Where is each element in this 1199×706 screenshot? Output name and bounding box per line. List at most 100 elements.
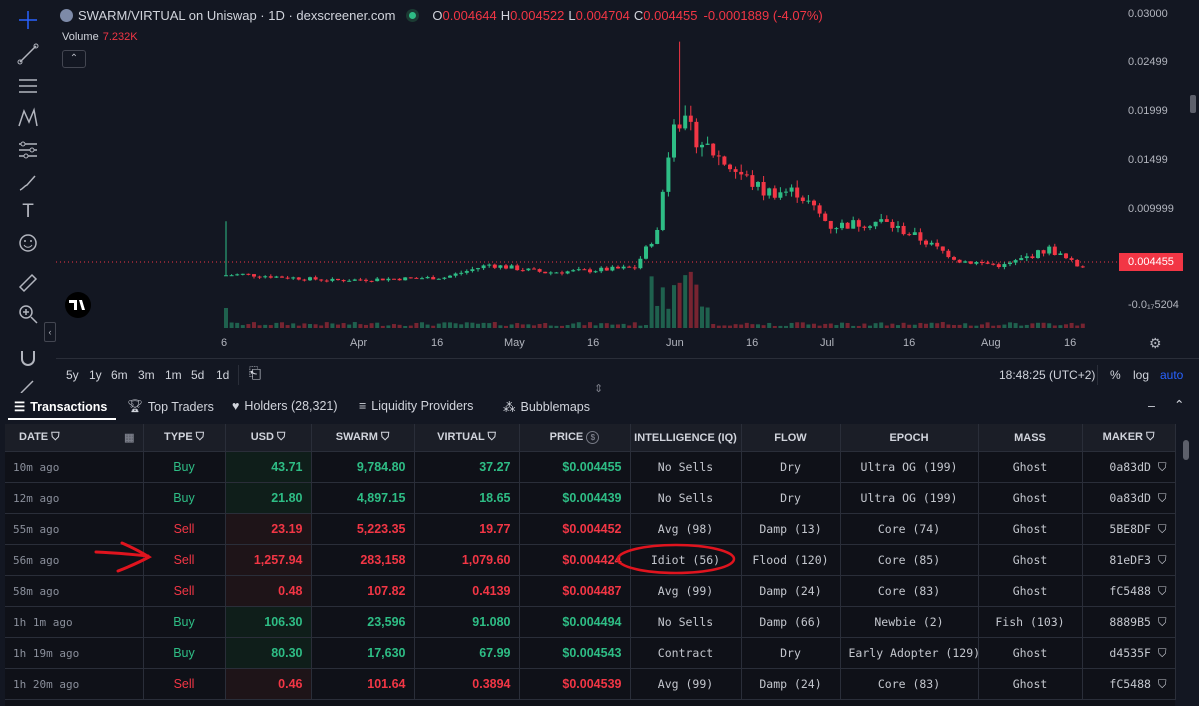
emoji-icon[interactable] bbox=[16, 231, 40, 255]
col-maker[interactable]: MAKER ⛉ bbox=[1082, 424, 1176, 452]
table-scrollbar[interactable] bbox=[1183, 440, 1189, 460]
candle bbox=[632, 265, 637, 271]
volume-bar bbox=[627, 325, 632, 328]
range-5y-button[interactable]: 5y bbox=[66, 368, 79, 382]
price-axis[interactable]: 0.03000 0.02499 0.01999 0.01499 0.009999… bbox=[1120, 0, 1199, 355]
volume-bar bbox=[224, 308, 228, 328]
settings-icon[interactable]: ⚙ bbox=[1149, 335, 1162, 352]
candle bbox=[1080, 265, 1085, 269]
table-row[interactable]: 12m ago Buy 21.80 4,897.15 18.65 $0.004439 No … bbox=[5, 482, 1176, 514]
tab-liquidity-providers[interactable]: ≡ Liquidity Providers bbox=[359, 399, 473, 413]
brush-icon[interactable] bbox=[16, 170, 40, 194]
maker-cell[interactable]: d4535F ⛉ bbox=[1082, 637, 1176, 669]
collapse-legend-button[interactable]: ⌃ bbox=[62, 50, 86, 68]
table-row[interactable]: 10m ago Buy 43.71 9,784.80 37.27 $0.004455 No … bbox=[5, 451, 1176, 483]
pattern-icon[interactable] bbox=[16, 106, 40, 130]
date-range-icon[interactable]: ⎗ bbox=[249, 365, 261, 382]
collapse-toolbar-button[interactable]: ‹ bbox=[44, 322, 56, 342]
tab-bubblemaps[interactable]: ⁂ Bubblemaps bbox=[503, 399, 590, 415]
log-scale-button[interactable]: log bbox=[1133, 368, 1149, 382]
maker-cell[interactable]: 5BE8DF ⛉ bbox=[1082, 513, 1176, 545]
col-virtual[interactable]: VIRTUAL ⛉ bbox=[414, 424, 520, 452]
trend-line-icon[interactable] bbox=[16, 42, 40, 66]
time-tick: May bbox=[504, 337, 525, 349]
volume-bar bbox=[324, 322, 329, 328]
candle bbox=[403, 277, 408, 281]
tab-holders[interactable]: ♥ Holders (28,321) bbox=[232, 399, 338, 413]
range-5d-button[interactable]: 5d bbox=[191, 368, 204, 382]
filter-icon[interactable]: ⛉ bbox=[1151, 553, 1167, 567]
candle bbox=[918, 228, 923, 245]
time-axis[interactable]: 6 Apr 16 May 16 Jun 16 Jul 16 Aug 16 ⚙ bbox=[56, 333, 1162, 355]
col-usd[interactable]: USD ⛉ bbox=[225, 424, 312, 452]
ruler-icon[interactable] bbox=[16, 271, 40, 295]
maker-cell[interactable]: fC5488 ⛉ bbox=[1082, 668, 1176, 700]
table-row[interactable]: 1h 20m ago Sell 0.46 101.64 0.3894 $0.004539 A… bbox=[5, 668, 1176, 700]
maker-cell[interactable]: 0a83dD ⛉ bbox=[1082, 451, 1176, 483]
candle bbox=[856, 218, 861, 232]
col-swarm[interactable]: SWARM ⛉ bbox=[311, 424, 415, 452]
mass-cell-text: Ghost bbox=[1012, 584, 1048, 598]
col-date[interactable]: DATE ⛉ ▦ bbox=[5, 424, 144, 452]
candle bbox=[851, 216, 856, 229]
filter-icon[interactable]: ⛉ bbox=[1151, 615, 1167, 629]
candle bbox=[996, 262, 1001, 269]
candle bbox=[375, 276, 380, 282]
expand-icon[interactable]: ⌃ bbox=[1174, 397, 1184, 412]
table-row[interactable]: 1h 1m ago Buy 106.30 23,596 91.080 $0.004494 N… bbox=[5, 606, 1176, 638]
candle bbox=[257, 275, 262, 280]
minimize-icon[interactable]: – bbox=[1148, 399, 1155, 413]
filter-icon[interactable]: ⛉ bbox=[1151, 522, 1167, 536]
zoom-icon[interactable] bbox=[16, 302, 40, 326]
price-tick: 0.009999 bbox=[1128, 203, 1174, 215]
range-1y-button[interactable]: 1y bbox=[89, 368, 102, 382]
filter-icon[interactable]: ⛉ bbox=[1151, 584, 1167, 598]
candle bbox=[414, 277, 419, 279]
filter-icon[interactable]: ⛉ bbox=[1151, 677, 1167, 691]
forecast-icon[interactable] bbox=[16, 138, 40, 162]
range-1m-button[interactable]: 1m bbox=[165, 368, 182, 382]
swarm-cell-text: 283,158 bbox=[360, 553, 406, 567]
price-axis-scroll-handle[interactable] bbox=[1190, 95, 1196, 113]
percent-scale-button[interactable]: % bbox=[1110, 368, 1121, 382]
filter-icon[interactable]: ⛉ bbox=[1151, 646, 1167, 660]
date-cell-text: 12m ago bbox=[13, 491, 60, 505]
filter-icon[interactable]: ⛉ bbox=[1151, 491, 1167, 505]
candlestick-chart[interactable] bbox=[56, 0, 1199, 355]
mass-cell-text: Ghost bbox=[1012, 491, 1048, 505]
volume-bar bbox=[1041, 322, 1046, 328]
table-row[interactable]: 55m ago Sell 23.19 5,223.35 19.77 $0.004452 Av… bbox=[5, 513, 1176, 545]
table-row[interactable]: 58m ago Sell 0.48 107.82 0.4139 $0.004487 Avg … bbox=[5, 575, 1176, 607]
col-type[interactable]: TYPE ⛉ bbox=[143, 424, 226, 452]
tab-top-traders[interactable]: 🏆︎ Top Traders bbox=[127, 399, 214, 414]
maker-cell[interactable]: 81eDF3 ⛉ bbox=[1082, 544, 1176, 576]
range-3m-button[interactable]: 3m bbox=[138, 368, 155, 382]
maker-cell[interactable]: 8889B5 ⛉ bbox=[1082, 606, 1176, 638]
range-6m-button[interactable]: 6m bbox=[111, 368, 128, 382]
col-price[interactable]: PRICE $ bbox=[519, 424, 631, 452]
candle bbox=[806, 194, 811, 204]
mass-cell: Ghost bbox=[978, 668, 1083, 700]
filter-icon[interactable]: ⛉ bbox=[1151, 460, 1167, 474]
fib-icon[interactable] bbox=[16, 74, 40, 98]
candle bbox=[453, 272, 458, 278]
price-cell-text: $0.004455 bbox=[562, 460, 622, 474]
maker-cell[interactable]: 0a83dD ⛉ bbox=[1082, 482, 1176, 514]
table-row[interactable]: 1h 19m ago Buy 80.30 17,630 67.99 $0.004543 Co… bbox=[5, 637, 1176, 669]
text-icon[interactable]: T bbox=[16, 200, 40, 224]
maker-cell[interactable]: fC5488 ⛉ bbox=[1082, 575, 1176, 607]
crosshair-icon[interactable] bbox=[16, 8, 40, 32]
epoch-cell: Ultra OG (199) bbox=[840, 482, 979, 514]
auto-scale-button[interactable]: auto bbox=[1160, 368, 1183, 382]
volume-bar bbox=[604, 323, 609, 328]
range-1d-button[interactable]: 1d bbox=[216, 368, 229, 382]
magnet-icon[interactable] bbox=[16, 346, 40, 370]
list-icon: ☰ bbox=[14, 400, 26, 414]
chart-pane[interactable] bbox=[56, 0, 1199, 390]
intelligence-cell: Avg (98) bbox=[630, 513, 742, 545]
virtual-cell-text: 67.99 bbox=[479, 646, 511, 660]
table-row[interactable]: 56m ago Sell 1,257.94 283,158 1,079.60 $0.004… bbox=[5, 544, 1176, 576]
candle bbox=[229, 274, 234, 277]
tab-transactions[interactable]: ☰ Transactions bbox=[14, 399, 107, 415]
filter-icon: ⛉ bbox=[1146, 431, 1155, 443]
